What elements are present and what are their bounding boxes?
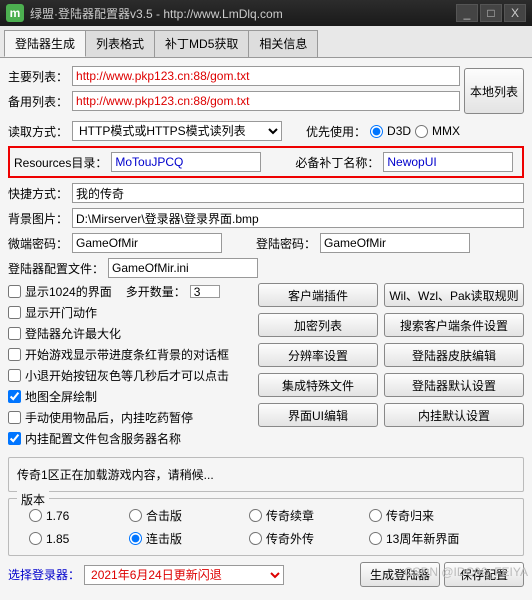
- watermark: CSDN @IDC02_FEIYA: [404, 565, 528, 579]
- local-list-button[interactable]: 本地列表: [464, 68, 524, 114]
- maximize-button[interactable]: □: [480, 4, 502, 22]
- res-dir-input[interactable]: [111, 152, 261, 172]
- radio-lj[interactable]: 连击版: [129, 530, 229, 547]
- chk-show-action[interactable]: [8, 306, 21, 319]
- chk-small-exit[interactable]: [8, 369, 21, 382]
- cfg-file-input[interactable]: [108, 258, 258, 278]
- chk-show1024-label: 显示1024的界面: [25, 283, 112, 300]
- label-main-list: 主要列表：: [8, 68, 68, 85]
- radio-v176[interactable]: 1.76: [29, 507, 109, 524]
- login-pw-input[interactable]: [320, 233, 470, 253]
- chk-show1024[interactable]: [8, 285, 21, 298]
- chk-ng-cfg[interactable]: [8, 432, 21, 445]
- radio-xz[interactable]: 传奇续章: [249, 507, 349, 524]
- label-prefer: 优先使用：: [306, 123, 366, 140]
- label-bg-image: 背景图片：: [8, 210, 68, 227]
- wil-rule-button[interactable]: Wil、Wzl、Pak读取规则: [384, 283, 524, 307]
- skin-edit-button[interactable]: 登陆器皮肤编辑: [384, 343, 524, 367]
- search-cond-button[interactable]: 搜索客户端条件设置: [384, 313, 524, 337]
- res-set-button[interactable]: 分辨率设置: [258, 343, 378, 367]
- highlighted-fields: Resources目录： 必备补丁名称：: [8, 146, 524, 178]
- label-multi-open: 多开数量：: [126, 283, 186, 300]
- tab-list-format[interactable]: 列表格式: [85, 30, 155, 57]
- ng-def-button[interactable]: 内挂默认设置: [384, 403, 524, 427]
- enc-list-button[interactable]: 加密列表: [258, 313, 378, 337]
- minimize-button[interactable]: _: [456, 4, 478, 22]
- label-select-login: 选择登录器：: [8, 566, 80, 583]
- label-shortcut: 快捷方式：: [8, 185, 68, 202]
- tab-generator[interactable]: 登陆器生成: [4, 30, 86, 57]
- chk-hand-item[interactable]: [8, 411, 21, 424]
- read-mode-select[interactable]: HTTP模式或HTTPS模式读列表: [72, 121, 282, 141]
- label-login-pw: 登陆密码：: [256, 235, 316, 252]
- radio-wz[interactable]: 传奇外传: [249, 530, 349, 547]
- label-read-mode: 读取方式：: [8, 123, 68, 140]
- label-backup-list: 备用列表：: [8, 93, 68, 110]
- radio-hs[interactable]: 合击版: [129, 507, 229, 524]
- label-micro-pw: 微端密码：: [8, 235, 68, 252]
- bg-image-input[interactable]: [72, 208, 524, 228]
- app-logo: m: [6, 4, 24, 22]
- main-list-input[interactable]: [72, 66, 460, 86]
- radio-v185[interactable]: 1.85: [29, 530, 109, 547]
- micro-pw-input[interactable]: [72, 233, 222, 253]
- window-title: 绿盟·登陆器配置器v3.5 - http://www.LmDlq.com: [30, 5, 454, 22]
- ui-edit-button[interactable]: 界面UI编辑: [258, 403, 378, 427]
- radio-anniv[interactable]: 13周年新界面: [369, 530, 479, 547]
- client-plugin-button[interactable]: 客户端插件: [258, 283, 378, 307]
- select-login-select[interactable]: 2021年6月24日更新闪退: [84, 565, 284, 585]
- status-text: 传奇1区正在加载游戏内容，请稍候...: [17, 468, 214, 482]
- radio-d3d[interactable]: D3D: [370, 124, 411, 138]
- label-cfg-file: 登陆器配置文件：: [8, 260, 104, 277]
- def-set-button[interactable]: 登陆器默认设置: [384, 373, 524, 397]
- backup-list-input[interactable]: [72, 91, 460, 111]
- chk-allow-max[interactable]: [8, 327, 21, 340]
- tab-info[interactable]: 相关信息: [248, 30, 318, 57]
- close-button[interactable]: X: [504, 4, 526, 22]
- multi-open-input[interactable]: [190, 285, 220, 298]
- label-res-dir: Resources目录：: [14, 154, 107, 171]
- chk-start-red[interactable]: [8, 348, 21, 361]
- label-patch-name: 必备补丁名称：: [295, 154, 379, 171]
- radio-mmx[interactable]: MMX: [415, 124, 460, 138]
- version-legend: 版本: [17, 491, 49, 508]
- tab-md5[interactable]: 补丁MD5获取: [154, 30, 249, 57]
- patch-name-input[interactable]: [383, 152, 513, 172]
- chk-fullscreen[interactable]: [8, 390, 21, 403]
- radio-gl[interactable]: 传奇归来: [369, 507, 479, 524]
- sp-file-button[interactable]: 集成特殊文件: [258, 373, 378, 397]
- shortcut-input[interactable]: [72, 183, 524, 203]
